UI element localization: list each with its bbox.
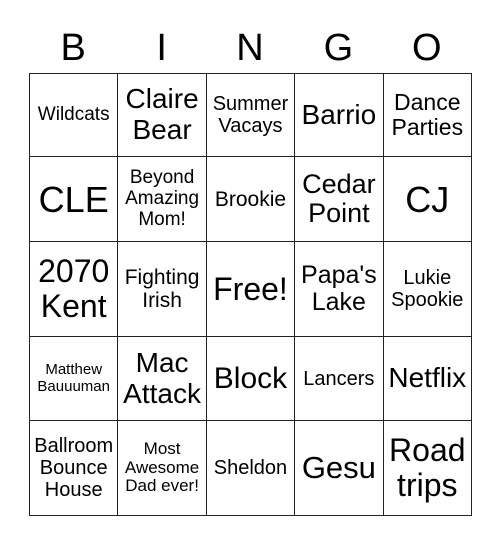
bingo-cell[interactable]: Matthew Bauuuman	[28, 336, 119, 421]
bingo-cell[interactable]: CJ	[382, 156, 473, 243]
bingo-header: B I N G O	[29, 26, 471, 70]
bingo-cell[interactable]: Road trips	[382, 419, 473, 517]
bingo-cell[interactable]: Gesu	[294, 419, 384, 517]
bingo-cell[interactable]: Lancers	[294, 336, 384, 421]
header-letter: B	[60, 27, 86, 69]
bingo-row: 2070 Kent Fighting Irish Free! Papa's Lake L…	[28, 241, 473, 338]
bingo-cell[interactable]: Fighting Irish	[117, 241, 207, 338]
bingo-cell[interactable]: Most Awesome Dad ever!	[117, 419, 207, 517]
bingo-cell[interactable]: Netflix	[382, 336, 473, 421]
header-letter: I	[156, 27, 167, 69]
header-letter: G	[323, 27, 354, 69]
bingo-cell[interactable]: Barrio	[294, 72, 384, 158]
header-letter: O	[412, 27, 442, 69]
bingo-cell[interactable]: Block	[205, 336, 296, 421]
bingo-cell[interactable]: 2070 Kent	[28, 241, 119, 338]
bingo-cell[interactable]: Summer Vacays	[205, 72, 296, 158]
bingo-cell[interactable]: Sheldon	[205, 419, 296, 517]
bingo-row: Wildcats Claire Bear Summer Vacays Barrio Da…	[28, 72, 473, 158]
bingo-row: CLE Beyond Amazing Mom! Brookie Cedar Point…	[28, 156, 473, 243]
bingo-cell[interactable]: Free!	[205, 241, 296, 338]
bingo-cell[interactable]: Mac Attack	[117, 336, 207, 421]
bingo-cell[interactable]: Wildcats	[28, 72, 119, 158]
bingo-row: Matthew Bauuuman Mac Attack Block Lancers Ne…	[28, 336, 473, 421]
bingo-grid: Wildcats Claire Bear Summer Vacays Barrio Da…	[28, 72, 473, 517]
bingo-cell[interactable]: Papa's Lake	[294, 241, 384, 338]
bingo-cell[interactable]: Lukie Spookie	[382, 241, 473, 338]
bingo-row: Ballroom Bounce House Most Awesome Dad ev…	[28, 419, 473, 517]
bingo-cell[interactable]: CLE	[28, 156, 119, 243]
bingo-cell[interactable]: Ballroom Bounce House	[28, 419, 119, 517]
bingo-cell[interactable]: Brookie	[205, 156, 296, 243]
bingo-cell[interactable]: Beyond Amazing Mom!	[117, 156, 207, 243]
bingo-cell[interactable]: Cedar Point	[294, 156, 384, 243]
bingo-cell[interactable]: Claire Bear	[117, 72, 207, 158]
header-letter: N	[236, 27, 264, 69]
bingo-cell[interactable]: Dance Parties	[382, 72, 473, 158]
